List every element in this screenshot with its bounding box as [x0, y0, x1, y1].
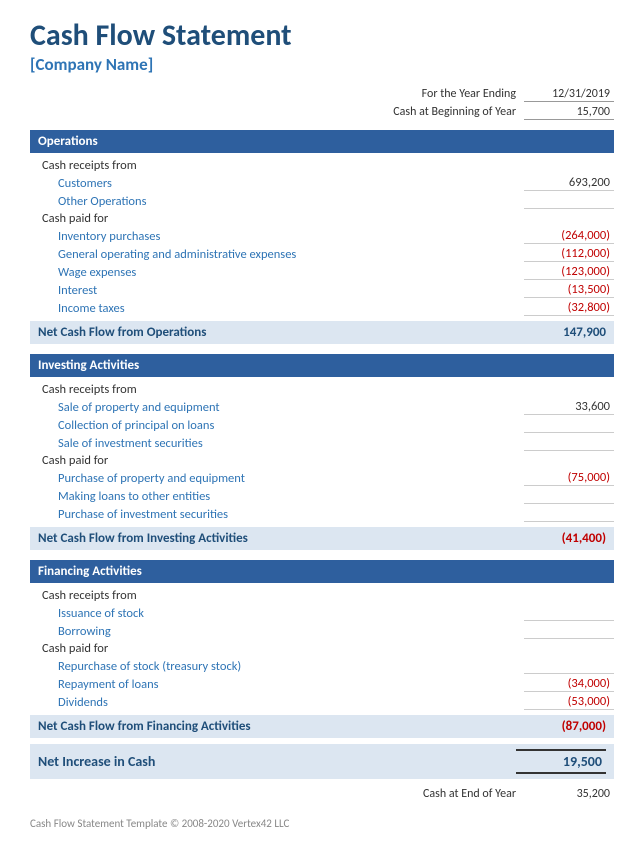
- ops-general-row: General operating and administrative exp…: [30, 245, 614, 263]
- inv-net-label: Net Cash Flow from Investing Activities: [38, 531, 248, 546]
- customers-value[interactable]: 693,200: [524, 175, 614, 191]
- fin-issuance-row: Issuance of stock: [30, 604, 614, 622]
- copyright-text: Cash Flow Statement Template © 2008-2020…: [30, 817, 614, 830]
- year-value[interactable]: 12/31/2019: [524, 87, 614, 102]
- sale-invest-value[interactable]: [524, 435, 614, 451]
- beginning-value[interactable]: 15,700: [524, 105, 614, 120]
- year-label: For the Year Ending: [422, 87, 516, 102]
- fin-net-row: Net Cash Flow from Financing Activities …: [30, 715, 614, 738]
- issuance-value[interactable]: [524, 605, 614, 621]
- ops-paid-label: Cash paid for: [30, 210, 614, 227]
- inv-collection-row: Collection of principal on loans: [30, 416, 614, 434]
- fin-paid-label: Cash paid for: [30, 640, 614, 657]
- sale-prop-value[interactable]: 33,600: [524, 399, 614, 415]
- wage-value[interactable]: (123,000): [524, 264, 614, 280]
- ops-customers-row: Customers 693,200: [30, 174, 614, 192]
- repayment-value[interactable]: (34,000): [524, 676, 614, 692]
- interest-value[interactable]: (13,500): [524, 282, 614, 298]
- inv-sale-prop-row: Sale of property and equipment 33,600: [30, 398, 614, 416]
- purchase-invest-value[interactable]: [524, 506, 614, 522]
- page-title: Cash Flow Statement: [30, 18, 614, 54]
- investing-section-header: Investing Activities: [30, 354, 614, 377]
- ops-wage-row: Wage expenses (123,000): [30, 263, 614, 281]
- ops-income-tax-row: Income taxes (32,800): [30, 299, 614, 317]
- net-increase-label: Net Increase in Cash: [38, 753, 155, 770]
- net-increase-row: Net Increase in Cash 19,500: [30, 744, 614, 779]
- collection-value[interactable]: [524, 417, 614, 433]
- repurchase-value[interactable]: [524, 658, 614, 674]
- inv-net-value: (41,400): [516, 531, 606, 546]
- fin-repurchase-row: Repurchase of stock (treasury stock): [30, 657, 614, 675]
- inv-purchase-prop-row: Purchase of property and equipment (75,0…: [30, 469, 614, 487]
- ops-receipts-label: Cash receipts from: [30, 157, 614, 174]
- ops-net-label: Net Cash Flow from Operations: [38, 325, 206, 340]
- inv-net-row: Net Cash Flow from Investing Activities …: [30, 527, 614, 550]
- borrowing-value[interactable]: [524, 623, 614, 639]
- general-value[interactable]: (112,000): [524, 246, 614, 262]
- operations-section-header: Operations: [30, 130, 614, 153]
- fin-receipts-label: Cash receipts from: [30, 587, 614, 604]
- making-loans-value[interactable]: [524, 488, 614, 504]
- fin-repayment-row: Repayment of loans (34,000): [30, 675, 614, 693]
- inv-making-loans-row: Making loans to other entities: [30, 487, 614, 505]
- company-name: [Company Name]: [30, 54, 614, 75]
- beginning-label: Cash at Beginning of Year: [393, 105, 516, 120]
- fin-borrowing-row: Borrowing: [30, 622, 614, 640]
- income-tax-value[interactable]: (32,800): [524, 300, 614, 316]
- ops-inventory-row: Inventory purchases (264,000): [30, 227, 614, 245]
- end-of-year-row: Cash at End of Year 35,200: [30, 787, 614, 801]
- fin-net-value: (87,000): [516, 719, 606, 734]
- inventory-value[interactable]: (264,000): [524, 228, 614, 244]
- inv-receipts-label: Cash receipts from: [30, 381, 614, 398]
- end-of-year-value: 35,200: [524, 787, 614, 801]
- purchase-prop-value[interactable]: (75,000): [524, 470, 614, 486]
- dividends-value[interactable]: (53,000): [524, 694, 614, 710]
- net-increase-value: 19,500: [516, 749, 606, 774]
- financing-section-header: Financing Activities: [30, 560, 614, 583]
- fin-dividends-row: Dividends (53,000): [30, 693, 614, 711]
- ops-other-ops-row: Other Operations: [30, 192, 614, 210]
- ops-net-value: 147,900: [516, 325, 606, 340]
- other-ops-value[interactable]: [524, 193, 614, 209]
- inv-sale-invest-row: Sale of investment securities: [30, 434, 614, 452]
- end-of-year-label: Cash at End of Year: [423, 787, 516, 801]
- inv-purchase-invest-row: Purchase of investment securities: [30, 505, 614, 523]
- ops-interest-row: Interest (13,500): [30, 281, 614, 299]
- header-beginning-row: Cash at Beginning of Year 15,700: [30, 105, 614, 120]
- header-year-row: For the Year Ending 12/31/2019: [30, 87, 614, 102]
- inv-paid-label: Cash paid for: [30, 452, 614, 469]
- fin-net-label: Net Cash Flow from Financing Activities: [38, 719, 251, 734]
- ops-net-row: Net Cash Flow from Operations 147,900: [30, 321, 614, 344]
